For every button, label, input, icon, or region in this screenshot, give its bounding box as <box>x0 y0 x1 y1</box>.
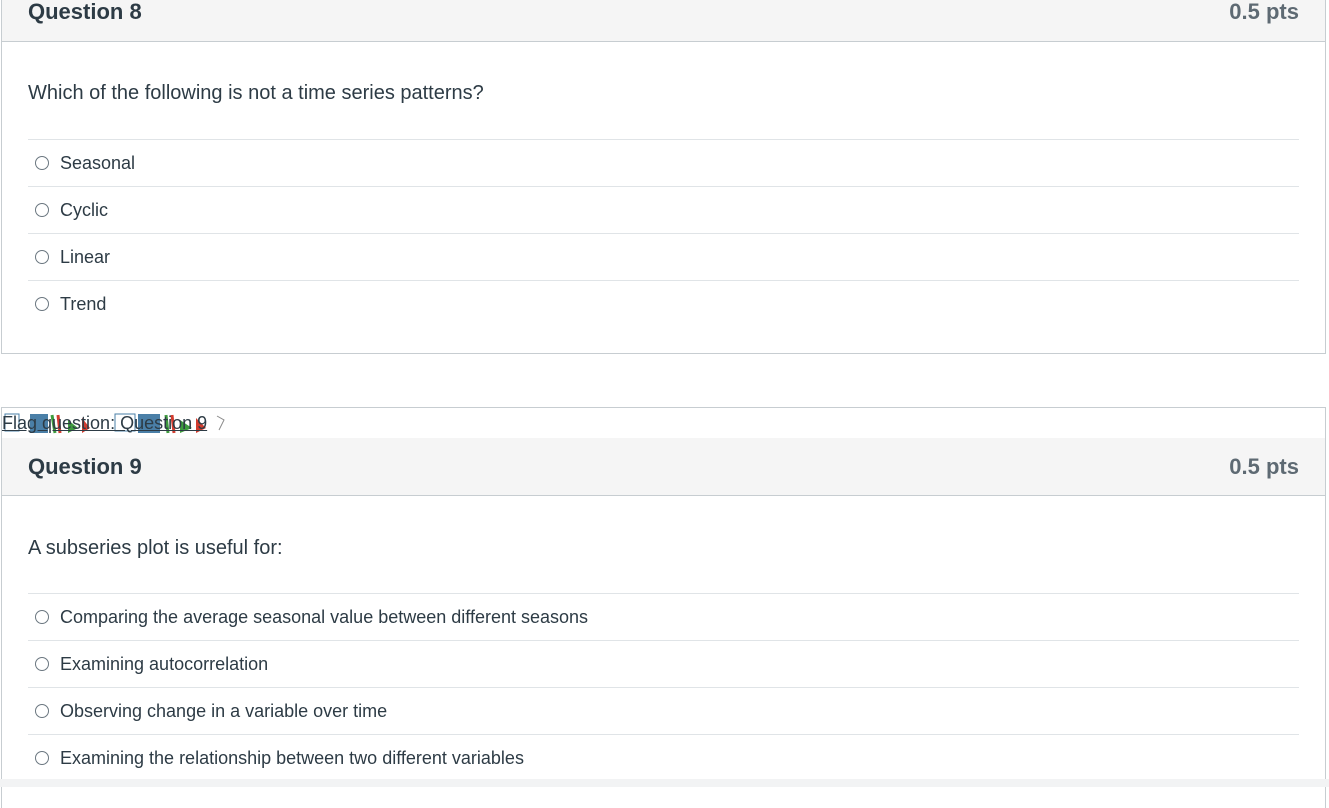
radio-button[interactable] <box>35 610 49 624</box>
question-9-answers: Comparing the average seasonal value bet… <box>28 593 1299 781</box>
answer-label: Examining autocorrelation <box>60 653 269 674</box>
question-9-header: Question 9 0.5 pts <box>2 438 1325 496</box>
answer-option[interactable]: Cyclic <box>28 186 1299 233</box>
answer-label: Linear <box>60 246 111 267</box>
question-8-header: Question 8 0.5 pts <box>2 0 1325 42</box>
answer-label: Cyclic <box>60 199 108 220</box>
answer-option[interactable]: Trend <box>28 280 1299 327</box>
flag-question-link[interactable]: Flag question: Question 9 <box>2 413 207 434</box>
answer-label: Trend <box>60 293 107 314</box>
answer-option[interactable]: Linear <box>28 233 1299 280</box>
question-9-text: A subseries plot is useful for: <box>28 537 283 559</box>
radio-button[interactable] <box>35 156 49 170</box>
question-8-text: Which of the following is not a time ser… <box>28 82 484 104</box>
answer-option[interactable]: Examining autocorrelation <box>28 640 1299 687</box>
answer-label: Observing change in a variable over time <box>60 700 388 721</box>
radio-button[interactable] <box>35 250 49 264</box>
flag-question-bar[interactable]: Flag question: Question 9 <box>2 412 225 434</box>
question-8-answers: Seasonal Cyclic Linear Trend <box>28 139 1299 327</box>
answer-label: Examining the relationship between two d… <box>60 747 524 768</box>
radio-button[interactable] <box>35 704 49 718</box>
question-9-points: 0.5 pts <box>1229 454 1299 479</box>
question-8-card: Question 8 0.5 pts Which of the followin… <box>1 0 1326 354</box>
question-8-title: Question 8 <box>28 0 142 24</box>
radio-button[interactable] <box>35 297 49 311</box>
radio-button[interactable] <box>35 657 49 671</box>
bottom-strip <box>0 779 1329 787</box>
answer-option[interactable]: Observing change in a variable over time <box>28 687 1299 734</box>
question-9-title: Question 9 <box>28 454 142 479</box>
question-9-card: Question 9 0.5 pts A subseries plot is u… <box>1 407 1326 808</box>
answer-option[interactable]: Comparing the average seasonal value bet… <box>28 593 1299 640</box>
radio-button[interactable] <box>35 751 49 765</box>
question-8-points: 0.5 pts <box>1229 0 1299 24</box>
answer-label: Comparing the average seasonal value bet… <box>60 606 589 627</box>
answer-option[interactable]: Examining the relationship between two d… <box>28 734 1299 781</box>
answer-label: Seasonal <box>60 152 136 173</box>
answer-option[interactable]: Seasonal <box>28 139 1299 186</box>
radio-button[interactable] <box>35 203 49 217</box>
